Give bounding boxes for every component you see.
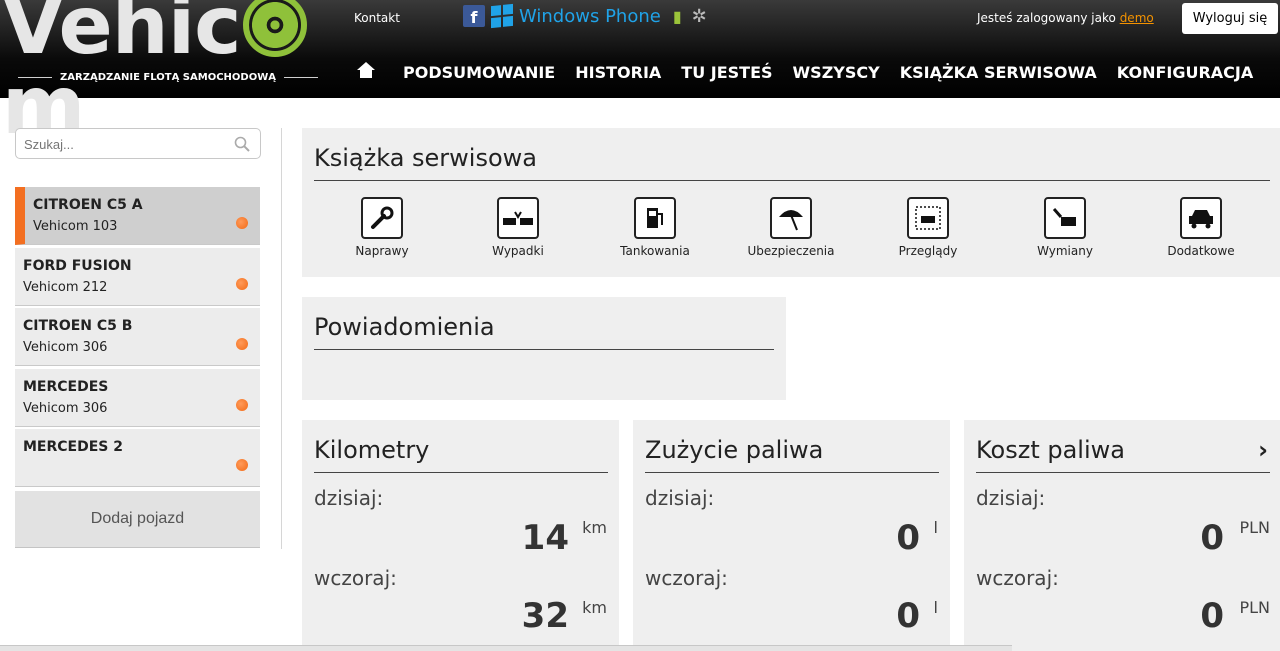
inspection-icon [907,197,949,239]
title-rule [976,472,1270,473]
status-dot-icon [236,399,248,411]
notifications-title: Powiadomienia [314,313,495,341]
horizontal-scrollbar[interactable] [0,645,1012,651]
today-value: 0 [1200,518,1224,558]
service-additional[interactable]: Dodatkowe [1146,197,1256,258]
yesterday-value: 0 [1200,596,1224,636]
search-input[interactable] [24,135,224,153]
status-dot-icon [236,217,248,229]
vehicom-logo[interactable]: Vehicm ZARZĄDZANIE FLOTĄ SAMOCHODOWĄ [0,0,330,146]
title-rule [645,472,939,473]
fuel-pump-icon [634,197,676,239]
search-icon[interactable] [234,136,250,152]
nav-all[interactable]: WSZYSCY [793,63,880,82]
windows-phone-link[interactable]: Windows Phone [519,6,661,27]
notifications-panel: Powiadomienia [302,297,786,400]
vehicle-item[interactable]: MERCEDES 2 [15,429,260,487]
service-accidents[interactable]: Wypadki [463,197,573,258]
vehicle-item[interactable]: CITROEN C5 A Vehicom 103 [15,187,260,245]
wrench-icon [361,197,403,239]
vehicle-item[interactable]: CITROEN C5 B Vehicom 306 [15,308,260,366]
vehicle-item[interactable]: MERCEDES Vehicom 306 [15,369,260,427]
status-dot-icon [236,338,248,350]
sidebar-divider [281,128,282,549]
car-icon [1180,197,1222,239]
title-rule [314,472,608,473]
chevron-right-icon[interactable]: › [1258,436,1268,464]
platform-links: f Windows Phone ▮ ✲ [463,3,707,29]
main-nav: PODSUMOWANIE HISTORIA TU JESTEŚ WSZYSCY … [357,62,1273,82]
tagline-rule [283,77,318,78]
today-value: 0 [896,518,920,558]
stat-panel-fuel-usage: Zużycie paliwa dzisiaj: 0 l wczoraj: 0 l [633,420,950,651]
home-icon[interactable] [357,62,377,82]
wheel-icon [242,0,307,57]
facebook-icon[interactable]: f [463,5,485,27]
app-icon[interactable]: ✲ [692,6,707,27]
service-insurance[interactable]: Ubezpieczenia [736,197,846,258]
stat-panel-fuel-cost: Koszt paliwa › dzisiaj: 0 PLN wczoraj: 0… [964,420,1280,651]
umbrella-icon [770,197,812,239]
android-icon[interactable]: ▮ [673,7,682,26]
car-hood-icon [1044,197,1086,239]
today-value: 14 [521,518,569,558]
stat-panel-kilometers: Kilometry dzisiaj: 14 km wczoraj: 32 km [302,420,619,651]
search-box [15,128,261,159]
service-repairs[interactable]: Naprawy [327,197,437,258]
service-book-title: Książka serwisowa [314,144,537,172]
logo-tagline: ZARZĄDZANIE FLOTĄ SAMOCHODOWĄ [18,72,318,83]
nav-you-are-here[interactable]: TU JESTEŚ [681,63,772,82]
windows-logo-icon[interactable] [491,3,513,29]
crash-icon [497,197,539,239]
yesterday-value: 0 [896,596,920,636]
user-link[interactable]: demo [1120,11,1154,25]
nav-configuration[interactable]: KONFIGURACJA [1117,63,1253,82]
title-rule [314,180,1270,181]
status-dot-icon [236,278,248,290]
title-rule [314,349,774,350]
nav-summary[interactable]: PODSUMOWANIE [403,63,555,82]
add-vehicle-button[interactable]: Dodaj pojazd [15,491,260,548]
top-header: Vehicm ZARZĄDZANIE FLOTĄ SAMOCHODOWĄ Kon… [0,0,1280,146]
service-refueling[interactable]: Tankowania [600,197,710,258]
nav-service-book[interactable]: KSIĄŻKA SERWISOWA [900,63,1097,82]
yesterday-value: 32 [521,596,569,636]
status-dot-icon [236,459,248,471]
tagline-rule [18,77,53,78]
nav-history[interactable]: HISTORIA [575,63,661,82]
logout-button[interactable]: Wyloguj się [1182,3,1278,34]
service-inspections[interactable]: Przeglądy [873,197,983,258]
logged-in-info: Jesteś zalogowany jako demo [977,11,1154,25]
contact-link[interactable]: Kontakt [354,11,400,25]
service-replacements[interactable]: Wymiany [1010,197,1120,258]
vehicle-item[interactable]: FORD FUSION Vehicom 212 [15,248,260,306]
